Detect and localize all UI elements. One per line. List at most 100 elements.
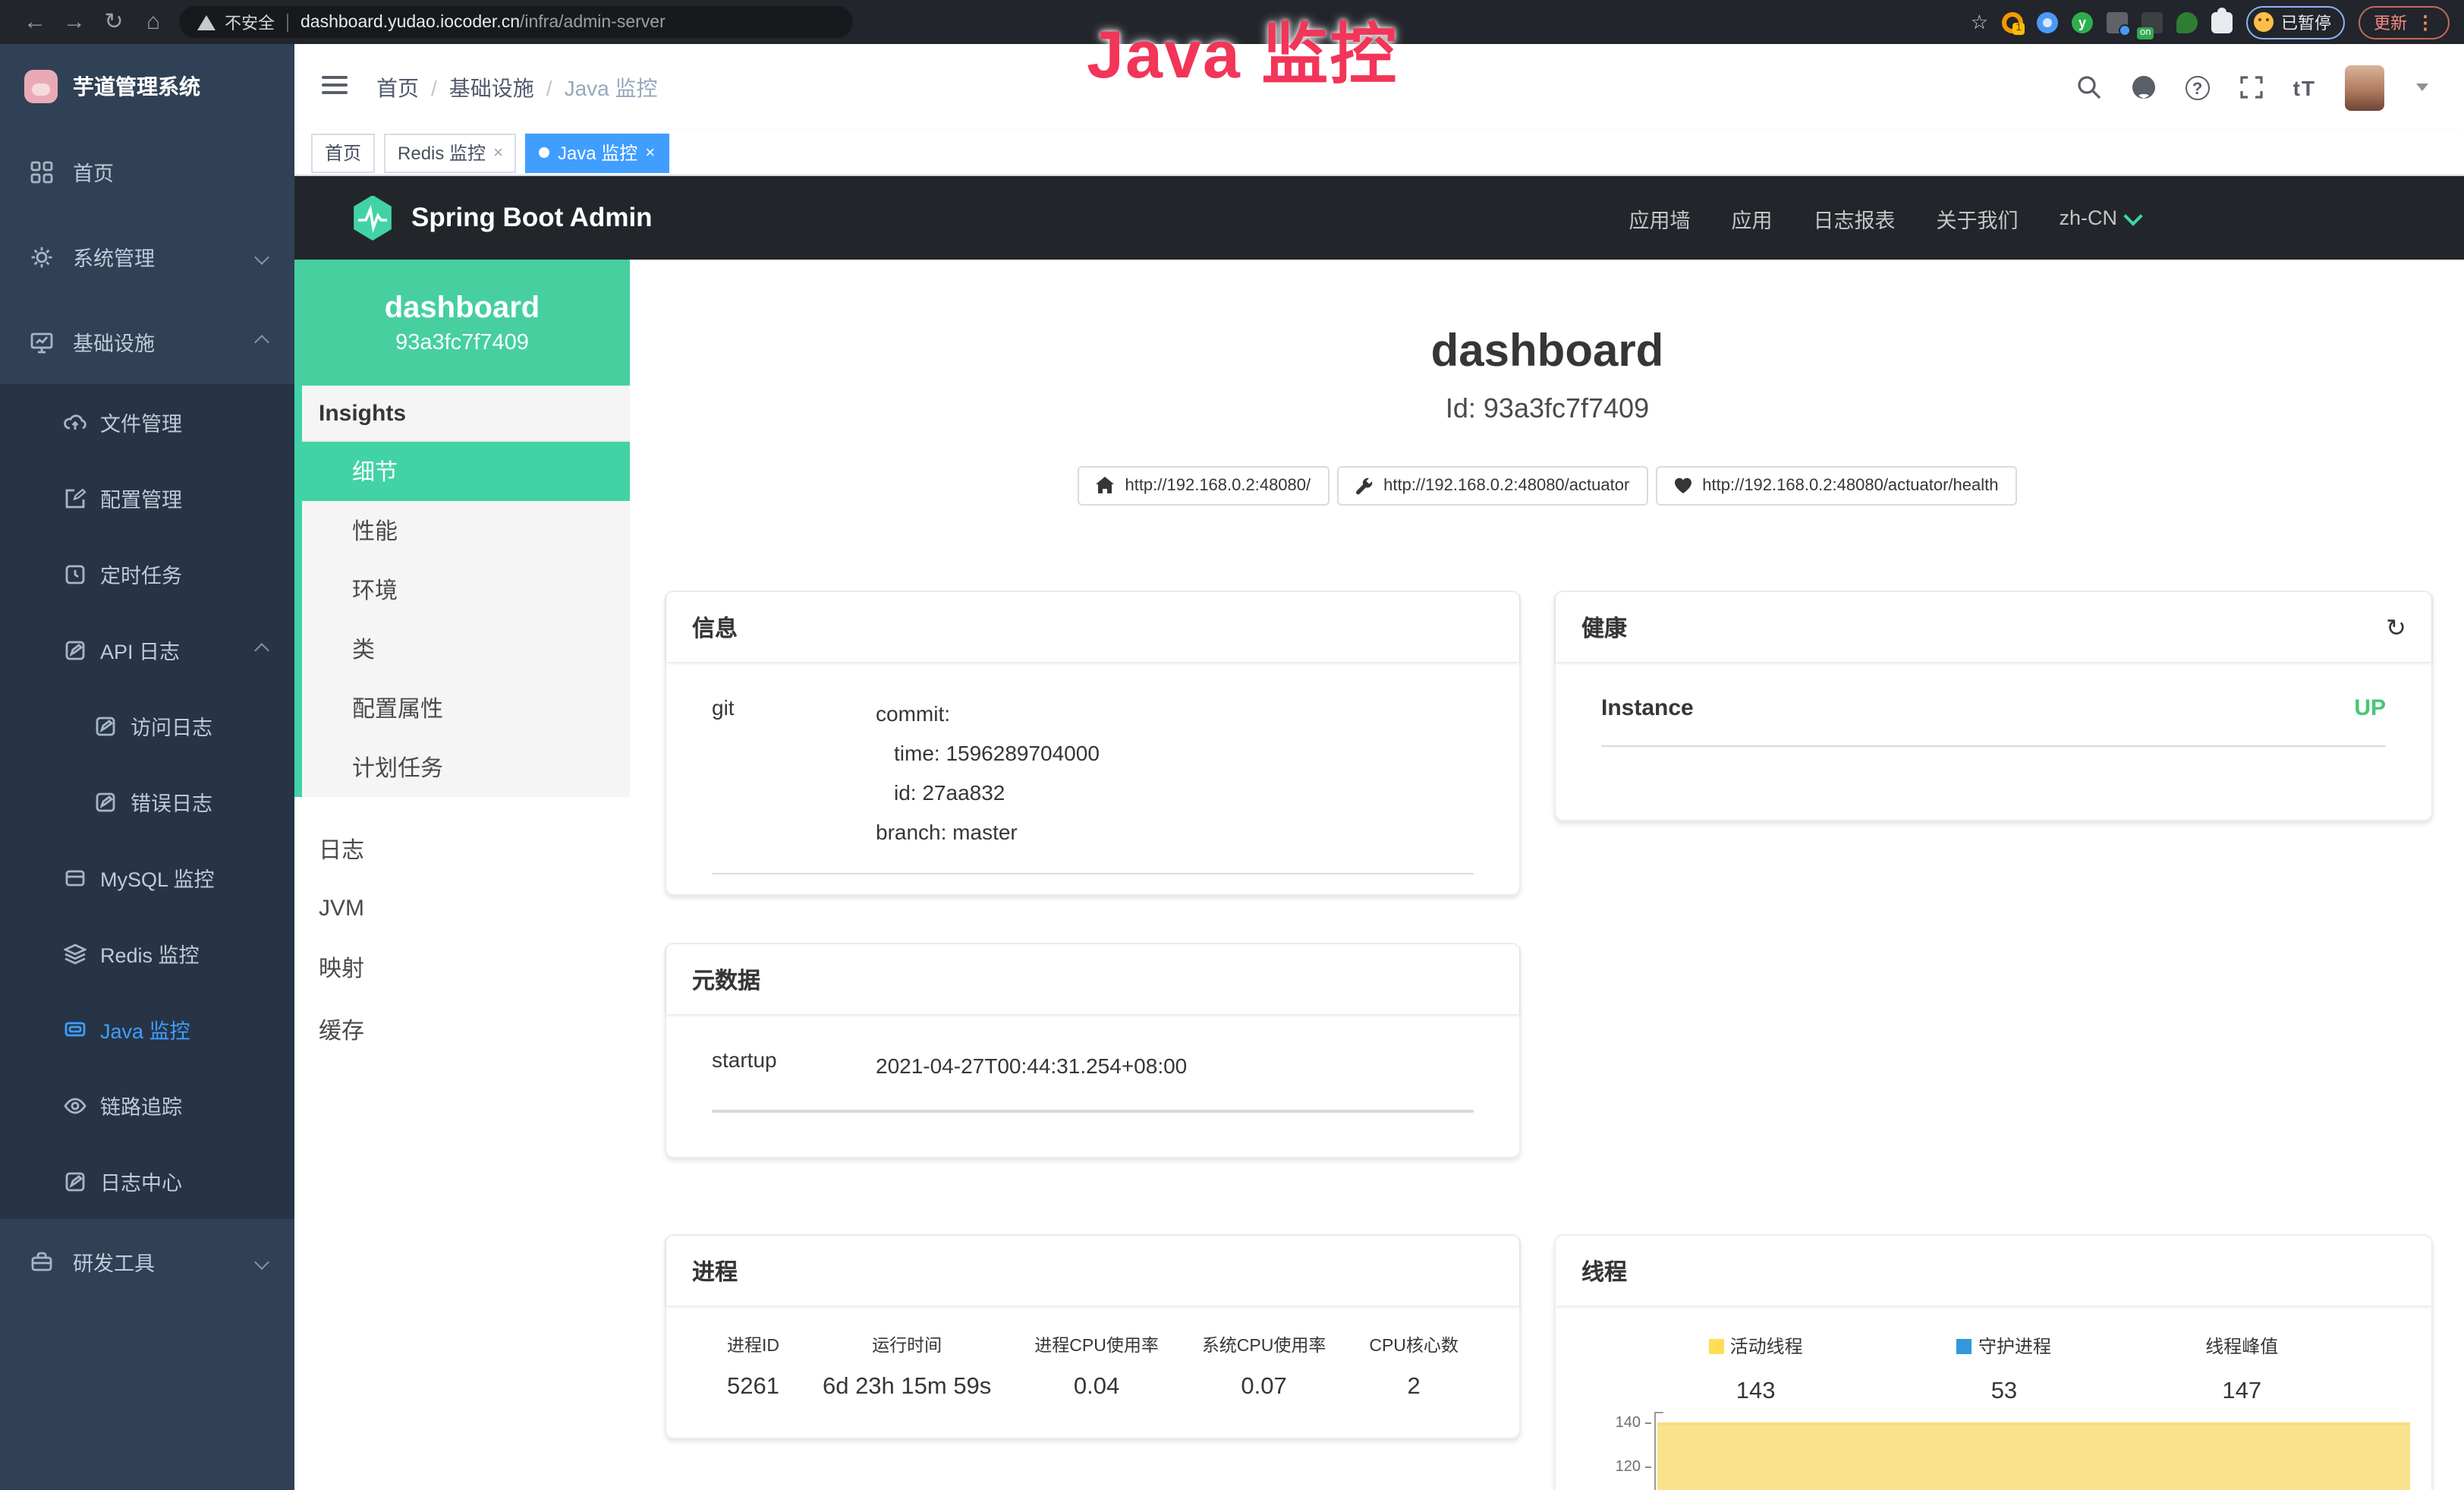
bookmark-star-icon[interactable]: ☆ <box>1971 10 1988 34</box>
url-host: dashboard.yudao.iocoder.cn <box>301 13 520 31</box>
legend-label: 守护进程 <box>1978 1333 2051 1359</box>
profile-paused-chip[interactable]: 已暂停 <box>2246 5 2345 39</box>
github-icon[interactable] <box>2131 74 2157 100</box>
fullscreen-icon[interactable] <box>2239 74 2264 100</box>
sba-brand-title[interactable]: Spring Boot Admin <box>411 202 653 234</box>
extension-colorpicker-icon[interactable]: 1 <box>2002 11 2023 33</box>
extension-leaf-icon[interactable] <box>2176 11 2198 33</box>
legend-label: 线程峰值 <box>2205 1333 2278 1359</box>
sba-menu-metrics[interactable]: 性能 <box>302 501 630 560</box>
screenshot-stage: ← → ↻ ⌂ 不安全 dashboard.yudao.iocoder.cn /… <box>0 0 2464 1490</box>
browser-forward-icon[interactable]: → <box>55 0 94 44</box>
sidebar-item-api-log[interactable]: API 日志 <box>0 612 294 688</box>
url-path: /infra/admin-server <box>520 13 666 31</box>
process-uptime-col: 运行时间 6d 23h 15m 59s <box>823 1333 991 1401</box>
extensions-puzzle-icon[interactable] <box>2211 11 2233 33</box>
sba-nav: 应用墙 应用 日志报表 关于我们 zh-CN <box>1629 203 2140 233</box>
sba-locale-select[interactable]: zh-CN <box>2059 206 2140 229</box>
health-instance-row[interactable]: Instance UP <box>1580 695 2407 721</box>
app-logo-row[interactable]: 芋道管理系统 <box>0 44 294 129</box>
address-divider <box>287 13 288 31</box>
sidebar-item-file-management[interactable]: 文件管理 <box>0 384 294 460</box>
sidebar-item-dev-tools[interactable]: 研发工具 <box>0 1219 294 1304</box>
endpoint-home-button[interactable]: http://192.168.0.2:48080/ <box>1078 466 1329 506</box>
breadcrumb-home[interactable]: 首页 <box>376 72 419 102</box>
sba-nav-applications[interactable]: 应用 <box>1731 203 1772 233</box>
tab-home[interactable]: 首页 <box>311 133 375 172</box>
sba-menu-scheduled-tasks[interactable]: 计划任务 <box>302 738 630 797</box>
sidebar-item-label: Java 监控 <box>100 1014 190 1044</box>
tab-redis-monitor[interactable]: Redis 监控 × <box>384 133 517 172</box>
gear-icon <box>30 245 53 268</box>
app-title: 芋道管理系统 <box>73 71 200 102</box>
sba-menu-mappings[interactable]: 映射 <box>294 937 630 999</box>
kebab-menu-icon[interactable]: ⋮ <box>2416 11 2434 33</box>
history-icon[interactable]: ↺ <box>2385 613 2406 643</box>
sba-menu-caches[interactable]: 缓存 <box>294 999 630 1061</box>
sidebar-item-mysql-monitor[interactable]: MySQL 监控 <box>0 840 294 915</box>
heartbeat-icon <box>1673 477 1691 495</box>
sba-nav-journal[interactable]: 日志报表 <box>1813 203 1895 233</box>
card-title: 健康 <box>1581 612 1627 644</box>
tick-mark <box>1645 1422 1651 1424</box>
sidebar-item-config-management[interactable]: 配置管理 <box>0 460 294 536</box>
endpoint-health-button[interactable]: http://192.168.0.2:48080/actuator/health <box>1655 466 2016 506</box>
avatar-caret-icon[interactable] <box>2416 83 2428 91</box>
sidebar-item-log-center[interactable]: 日志中心 <box>0 1143 294 1219</box>
layers-icon <box>64 942 87 965</box>
browser-reload-icon[interactable]: ↻ <box>94 0 134 44</box>
sba-menu-jvm[interactable]: JVM <box>294 880 630 937</box>
card-title: 元数据 <box>692 964 760 996</box>
sba-instance-sidebar: dashboard 93a3fc7f7409 Insights 细节 性能 环境… <box>294 260 630 1490</box>
tick-mark <box>1645 1466 1651 1468</box>
card-title: 线程 <box>1581 1255 1627 1287</box>
extension-y-icon[interactable]: y <box>2072 11 2093 33</box>
sidebar-item-tracing[interactable]: 链路追踪 <box>0 1067 294 1143</box>
chrome-update-button[interactable]: 更新 ⋮ <box>2359 5 2450 39</box>
extension-switch-icon[interactable]: on <box>2141 11 2163 33</box>
info-card-header: 信息 <box>666 592 1519 662</box>
sidebar-item-label: 链路追踪 <box>100 1090 182 1120</box>
breadcrumb-infrastructure[interactable]: 基础设施 <box>449 72 534 102</box>
extension-grid-icon[interactable] <box>2107 11 2128 33</box>
endpoint-actuator-button[interactable]: http://192.168.0.2:48080/actuator <box>1336 466 1647 506</box>
address-bar[interactable]: 不安全 dashboard.yudao.iocoder.cn /infra/ad… <box>179 6 853 38</box>
tab-close-icon[interactable]: × <box>645 134 655 171</box>
browser-home-icon[interactable]: ⌂ <box>134 0 173 44</box>
sidebar-item-java-monitor[interactable]: Java 监控 <box>0 991 294 1067</box>
sidebar-item-label: 访问日志 <box>131 710 212 741</box>
sba-menu-environment[interactable]: 环境 <box>302 560 630 619</box>
help-icon[interactable]: ? <box>2186 75 2210 99</box>
tab-java-monitor[interactable]: Java 监控 × <box>526 133 669 172</box>
sba-nav-about[interactable]: 关于我们 <box>1936 203 2018 233</box>
search-icon[interactable] <box>2076 74 2102 100</box>
sba-menu-logs[interactable]: 日志 <box>294 818 630 880</box>
user-avatar[interactable] <box>2345 65 2384 110</box>
instance-header[interactable]: dashboard 93a3fc7f7409 <box>294 260 630 386</box>
y-axis-tick: 120 <box>1595 1459 1641 1476</box>
endpoint-url: http://192.168.0.2:48080/actuator/health <box>1702 477 1998 495</box>
row-divider <box>712 1110 1474 1113</box>
sidebar-item-home[interactable]: 首页 <box>0 129 294 214</box>
sidebar-item-error-log[interactable]: 错误日志 <box>0 764 294 840</box>
sidebar-collapse-icon[interactable] <box>322 76 348 97</box>
sba-nav-wallboard[interactable]: 应用墙 <box>1629 203 1690 233</box>
peak-threads-legend: 线程峰值 147 <box>2205 1333 2278 1406</box>
sidebar-item-redis-monitor[interactable]: Redis 监控 <box>0 915 294 991</box>
sidebar-item-label: Redis 监控 <box>100 938 200 969</box>
sidebar-item-system[interactable]: 系统管理 <box>0 214 294 299</box>
font-size-icon[interactable]: tT <box>2293 75 2316 99</box>
spring-boot-admin-logo-icon[interactable] <box>352 195 393 241</box>
browser-back-icon[interactable]: ← <box>15 0 55 44</box>
sba-menu-details[interactable]: 细节 <box>302 442 630 501</box>
sidebar-item-infrastructure[interactable]: 基础设施 <box>0 299 294 384</box>
insights-section: Insights 细节 性能 环境 类 配置属性 计划任务 <box>294 386 630 797</box>
sba-menu-config-props[interactable]: 配置属性 <box>302 679 630 738</box>
sidebar-item-access-log[interactable]: 访问日志 <box>0 688 294 764</box>
not-secure-label[interactable]: 不安全 <box>225 10 275 34</box>
chevron-down-icon <box>2123 206 2142 225</box>
extension-pin-icon[interactable] <box>2037 11 2058 33</box>
tab-close-icon[interactable]: × <box>493 134 503 171</box>
sba-menu-classes[interactable]: 类 <box>302 619 630 679</box>
sidebar-item-scheduled-jobs[interactable]: 定时任务 <box>0 536 294 612</box>
